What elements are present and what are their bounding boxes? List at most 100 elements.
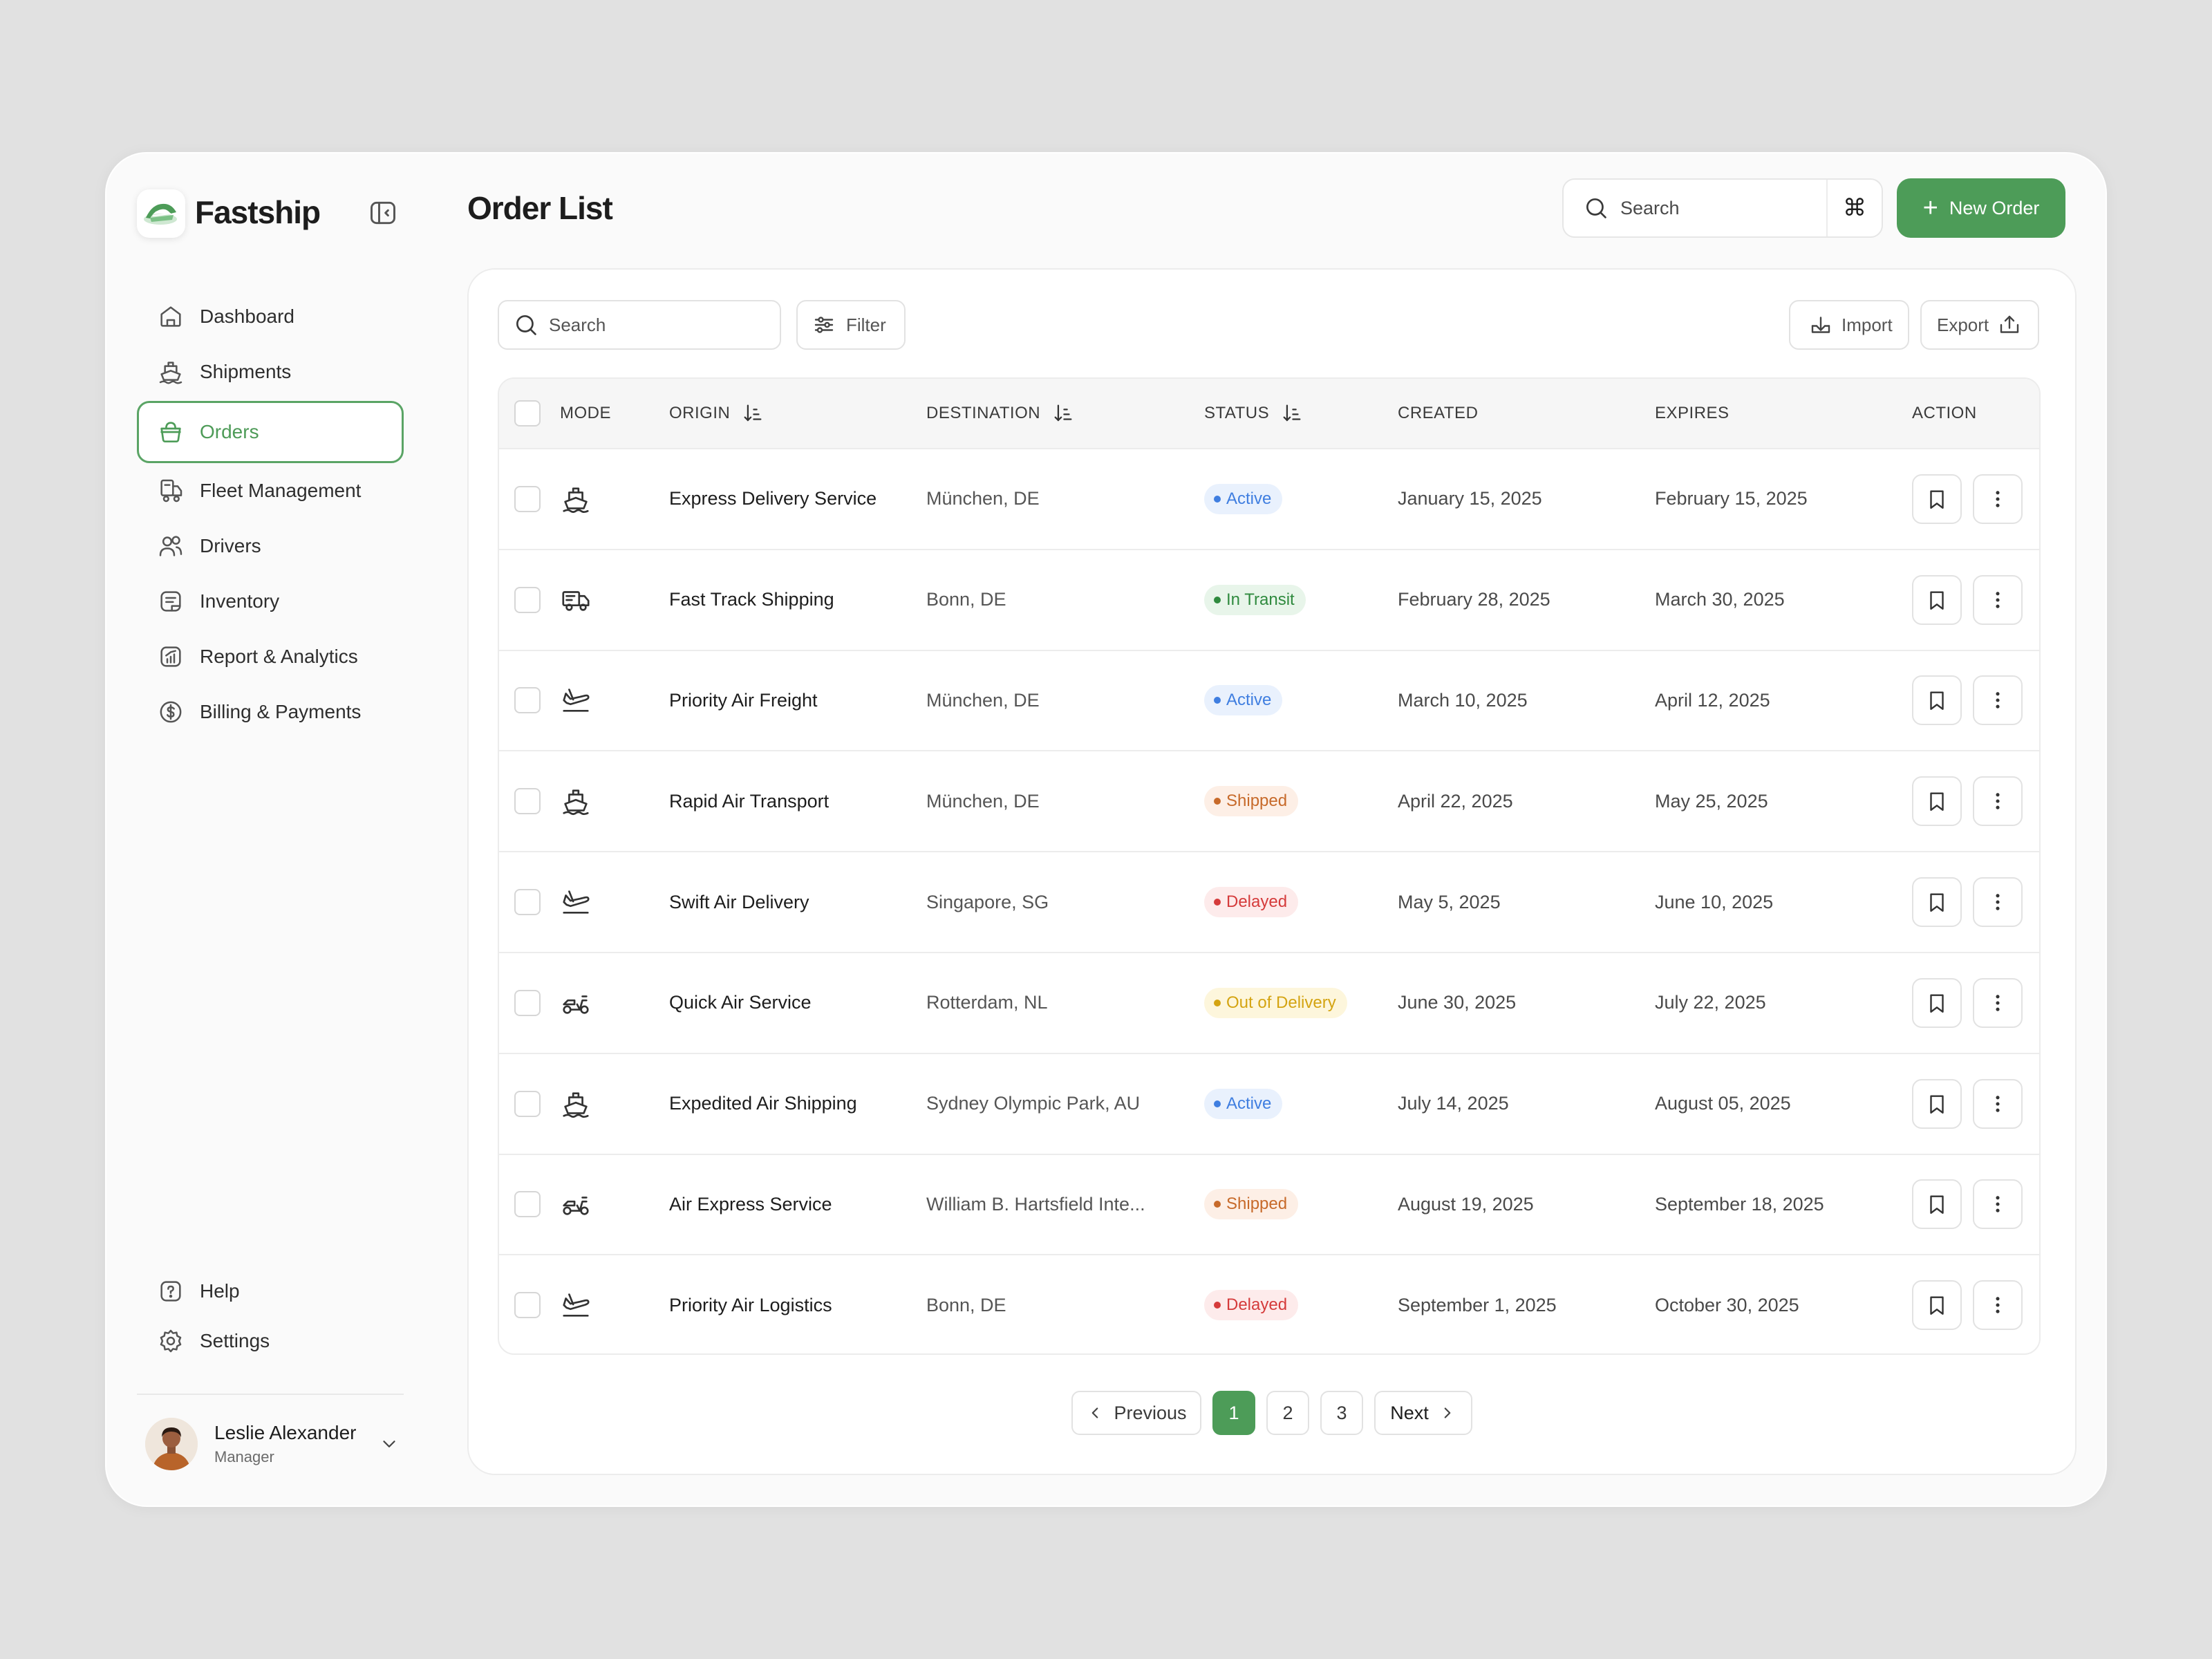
- origin-cell: Swift Air Delivery: [669, 891, 809, 912]
- new-order-button[interactable]: + New Order: [1897, 178, 2065, 238]
- sidebar-item-help[interactable]: Help: [137, 1266, 404, 1316]
- chevron-down-icon[interactable]: [379, 1434, 400, 1454]
- import-label: Import: [1841, 314, 1893, 335]
- bookmark-button[interactable]: [1912, 675, 1962, 726]
- expires-cell: October 30, 2025: [1655, 1294, 1799, 1315]
- previous-page-button[interactable]: Previous: [1071, 1391, 1201, 1435]
- sidebar-item-orders[interactable]: Orders: [137, 401, 404, 463]
- sidebar-item-label: Settings: [200, 1330, 270, 1351]
- bookmark-button[interactable]: [1912, 1179, 1962, 1230]
- next-page-button[interactable]: Next: [1374, 1391, 1472, 1435]
- table-row[interactable]: Air Express Service William B. Hartsfield…: [499, 1153, 2039, 1255]
- sort-icon[interactable]: [1280, 402, 1304, 425]
- more-options-button[interactable]: [1973, 776, 2023, 827]
- row-checkbox[interactable]: [514, 1292, 541, 1319]
- expires-cell: September 18, 2025: [1655, 1193, 1824, 1215]
- more-options-button[interactable]: [1973, 877, 2023, 928]
- sidebar-item-label: Dashboard: [200, 306, 294, 327]
- more-options-button[interactable]: [1973, 977, 2023, 1028]
- new-order-label: New Order: [1949, 197, 2040, 218]
- table-row[interactable]: Priority Air Logistics Bonn, DE Delayed Sep…: [499, 1254, 2039, 1353]
- bookmark-button[interactable]: [1912, 1078, 1962, 1129]
- status-badge: Shipped: [1204, 1189, 1299, 1220]
- table-row[interactable]: Swift Air Delivery Singapore, SG Delayed Ma…: [499, 851, 2039, 952]
- plane-icon: [560, 1289, 669, 1321]
- table-row[interactable]: Rapid Air Transport München, DE Shipped Apr…: [499, 750, 2039, 852]
- bookmark-button[interactable]: [1912, 574, 1962, 625]
- download-icon: [1808, 312, 1833, 337]
- more-vertical-icon: [1986, 588, 2009, 612]
- table-row[interactable]: Quick Air Service Rotterdam, NL Out of Del…: [499, 951, 2039, 1053]
- table-row[interactable]: Express Delivery Service München, DE Activ…: [499, 448, 2039, 549]
- row-checkbox[interactable]: [514, 989, 541, 1016]
- ship-icon: [156, 357, 186, 387]
- origin-cell: Express Delivery Service: [669, 488, 877, 509]
- more-options-button[interactable]: [1973, 474, 2023, 524]
- logo-icon: [137, 189, 185, 238]
- status-label: Delayed: [1226, 1295, 1288, 1315]
- gear-icon: [156, 1326, 186, 1356]
- sidebar-item-dashboard[interactable]: Dashboard: [137, 289, 404, 344]
- more-options-button[interactable]: [1973, 1179, 2023, 1230]
- search-icon: [513, 312, 539, 338]
- more-options-button[interactable]: [1973, 1078, 2023, 1129]
- column-header-origin[interactable]: ORIGIN: [669, 402, 926, 425]
- sidebar-item-label: Report & Analytics: [200, 646, 358, 667]
- row-checkbox[interactable]: [514, 1090, 541, 1117]
- table-row[interactable]: Expedited Air Shipping Sydney Olympic Par…: [499, 1052, 2039, 1154]
- sort-icon[interactable]: [1051, 402, 1075, 425]
- row-checkbox[interactable]: [514, 485, 541, 512]
- status-badge: Active: [1204, 483, 1283, 514]
- table-row[interactable]: Priority Air Freight München, DE Active Mar…: [499, 649, 2039, 751]
- global-search-input[interactable]: Search ⌘: [1562, 178, 1883, 238]
- more-options-button[interactable]: [1973, 1280, 2023, 1331]
- sidebar-item-report-analytics[interactable]: Report & Analytics: [137, 629, 404, 684]
- ship-icon: [560, 483, 669, 515]
- chevron-right-icon: [1438, 1404, 1456, 1422]
- table-row[interactable]: Fast Track Shipping Bonn, DE In Transit Feb…: [499, 548, 2039, 650]
- sidebar-item-shipments[interactable]: Shipments: [137, 344, 404, 400]
- more-options-button[interactable]: [1973, 675, 2023, 726]
- column-header-destination[interactable]: DESTINATION: [926, 402, 1204, 425]
- page-button-2[interactable]: 2: [1266, 1391, 1309, 1435]
- status-label: Delayed: [1226, 892, 1288, 912]
- expires-cell: April 12, 2025: [1655, 689, 1770, 711]
- more-options-button[interactable]: [1973, 574, 2023, 625]
- bookmark-button[interactable]: [1912, 474, 1962, 524]
- sidebar-item-fleet-management[interactable]: Fleet Management: [137, 463, 404, 518]
- filter-button[interactable]: Filter: [796, 300, 906, 350]
- row-checkbox[interactable]: [514, 788, 541, 815]
- row-checkbox[interactable]: [514, 889, 541, 916]
- page-button-1[interactable]: 1: [1212, 1391, 1255, 1435]
- fleet-icon: [156, 476, 186, 506]
- filter-label: Filter: [846, 314, 886, 335]
- import-button[interactable]: Import: [1789, 300, 1909, 350]
- page-button-3[interactable]: 3: [1320, 1391, 1363, 1435]
- column-header-expires: EXPIRES: [1655, 404, 1730, 422]
- status-label: Out of Delivery: [1226, 993, 1336, 1012]
- status-label: Shipped: [1226, 1194, 1288, 1214]
- sidebar-toggle-icon[interactable]: [368, 198, 398, 228]
- export-button[interactable]: Export: [1920, 300, 2039, 350]
- bookmark-icon: [1925, 1092, 1949, 1116]
- sidebar-item-inventory[interactable]: Inventory: [137, 574, 404, 629]
- sidebar-item-drivers[interactable]: Drivers: [137, 518, 404, 574]
- select-all-checkbox[interactable]: [514, 400, 541, 427]
- bookmark-button[interactable]: [1912, 877, 1962, 928]
- bookmark-button[interactable]: [1912, 977, 1962, 1028]
- more-vertical-icon: [1986, 789, 2009, 813]
- bookmark-button[interactable]: [1912, 1280, 1962, 1331]
- row-checkbox[interactable]: [514, 687, 541, 714]
- search-placeholder: Search: [549, 314, 606, 335]
- column-header-status[interactable]: STATUS: [1204, 402, 1398, 425]
- sort-icon[interactable]: [741, 402, 765, 425]
- dollar-icon: [156, 697, 186, 727]
- sidebar-item-settings[interactable]: Settings: [137, 1316, 404, 1366]
- bookmark-button[interactable]: [1912, 776, 1962, 827]
- sidebar-item-billing-payments[interactable]: Billing & Payments: [137, 684, 404, 740]
- row-checkbox[interactable]: [514, 1191, 541, 1218]
- row-checkbox[interactable]: [514, 586, 541, 613]
- table-search-input[interactable]: Search: [498, 300, 781, 350]
- user-profile[interactable]: Leslie Alexander Manager: [145, 1413, 404, 1475]
- status-badge: Shipped: [1204, 786, 1299, 817]
